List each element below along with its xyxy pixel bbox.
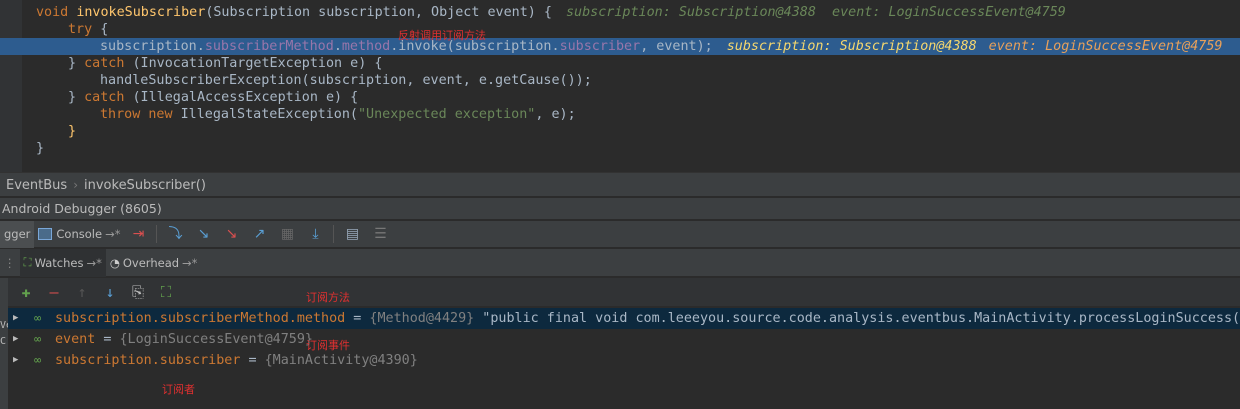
drop-frame-icon[interactable]: ▦ (278, 225, 296, 243)
collapse-icon[interactable]: ⋮ (0, 249, 20, 277)
expand-arrow-icon[interactable]: ▶ (13, 308, 25, 329)
chevron-right-icon: › (73, 178, 78, 192)
tab-console[interactable]: Console →* (34, 221, 124, 248)
breadcrumb-item-eventbus[interactable]: EventBus (6, 178, 67, 193)
trace-icon[interactable]: ☰ (371, 225, 389, 243)
move-down-icon[interactable]: ↓ (100, 282, 120, 302)
step-out-icon[interactable]: ↗ (250, 225, 268, 243)
pin-icon: →* (105, 227, 121, 241)
watch-row[interactable]: ▶ ∞ subscription.subscriberMethod.method… (8, 308, 1240, 329)
expand-arrow-icon[interactable]: ▶ (13, 350, 25, 371)
remove-watch-icon[interactable]: — (44, 282, 64, 302)
annotation-label: 订阅事件 (306, 339, 350, 352)
current-execution-line[interactable]: subscription.subscriberMethod.method.inv… (0, 38, 1240, 55)
watch-row[interactable]: ▶ ∞ subscription.subscriber = {MainActiv… (8, 350, 1240, 371)
strip-label: C (0, 336, 7, 347)
copy-icon[interactable]: ⎘ (128, 282, 148, 302)
breadcrumb-item-method[interactable]: invokeSubscriber() (84, 178, 206, 193)
code-line[interactable]: throw new IllegalStateException("Unexpec… (0, 106, 1240, 123)
move-up-icon[interactable]: ↑ (72, 282, 92, 302)
debugger-title: Android Debugger (8605) (0, 197, 1240, 219)
code-editor[interactable]: void invokeSubscriber(Subscription subsc… (0, 0, 1240, 172)
debugger-toolbar: gger Console →* ⇥ ⤵ ↘ ↘ ↗ ▦ ⤓ ▤ ☰ (0, 220, 1240, 248)
watch-icon: ∞ (34, 353, 42, 367)
watch-icon: ∞ (34, 332, 42, 346)
step-over-icon[interactable]: ⤵ (166, 225, 184, 243)
code-line[interactable]: } (0, 140, 1240, 157)
show-types-icon[interactable]: ⛶ (156, 282, 176, 302)
show-execution-point-icon[interactable]: ⇥ (129, 225, 147, 243)
tab-watches[interactable]: ⛶ Watches →* (19, 248, 106, 277)
inline-debug-hint: event: LoginSuccessEvent@4759 (988, 39, 1223, 54)
breadcrumb: EventBus › invokeSubscriber() (0, 172, 1240, 196)
code-line[interactable]: } (0, 123, 1240, 140)
watch-list: ▶ ∞ subscription.subscriberMethod.method… (8, 291, 1240, 409)
evaluate-expression-icon[interactable]: ▤ (343, 225, 361, 243)
pin-icon: →* (86, 255, 102, 270)
watch-row[interactable]: ▶ ∞ event = {LoginSuccessEvent@4759} (8, 329, 1240, 350)
console-icon (38, 228, 53, 240)
watch-icon: ∞ (34, 311, 42, 325)
annotation-label: 订阅者 (162, 383, 195, 396)
new-watch-icon[interactable]: ✚ (16, 282, 36, 302)
watch-toolbar: ✚ — ↑ ↓ ⎘ ⛶ (8, 278, 1240, 306)
inline-debug-hint: subscription: Subscription@4388 event: L… (565, 5, 1066, 20)
gauge-icon: ◔ (109, 255, 120, 270)
code-line[interactable]: } catch (IllegalAccessException e) { (0, 89, 1240, 106)
tab-debugger[interactable]: gger (0, 220, 35, 248)
watches-icon: ⛶ (23, 255, 32, 269)
pin-icon: →* (182, 255, 198, 270)
annotation-label: 订阅方法 (306, 291, 350, 304)
watch-tabs: ⋮ ⛶ Watches →* ◔ Overhead →* (0, 248, 1240, 277)
code-line[interactable]: void invokeSubscriber(Subscription subsc… (0, 4, 1240, 21)
strip-label: Ve (0, 320, 8, 331)
code-line[interactable]: try { (0, 21, 1240, 38)
step-into-icon[interactable]: ↘ (194, 225, 212, 243)
left-strip: Ve C (0, 278, 8, 409)
code-line[interactable]: handleSubscriberException(subscription, … (0, 72, 1240, 89)
force-step-into-icon[interactable]: ↘ (222, 225, 240, 243)
annotation-label: 反射调用订阅方法 (398, 29, 486, 42)
run-to-cursor-icon[interactable]: ⤓ (306, 225, 324, 243)
inline-debug-hint: subscription: Subscription@4388 (726, 39, 977, 54)
tab-overhead[interactable]: ◔ Overhead →* (106, 249, 202, 277)
code-line[interactable]: } catch (InvocationTargetException e) { (0, 55, 1240, 72)
expand-arrow-icon[interactable]: ▶ (13, 329, 25, 350)
